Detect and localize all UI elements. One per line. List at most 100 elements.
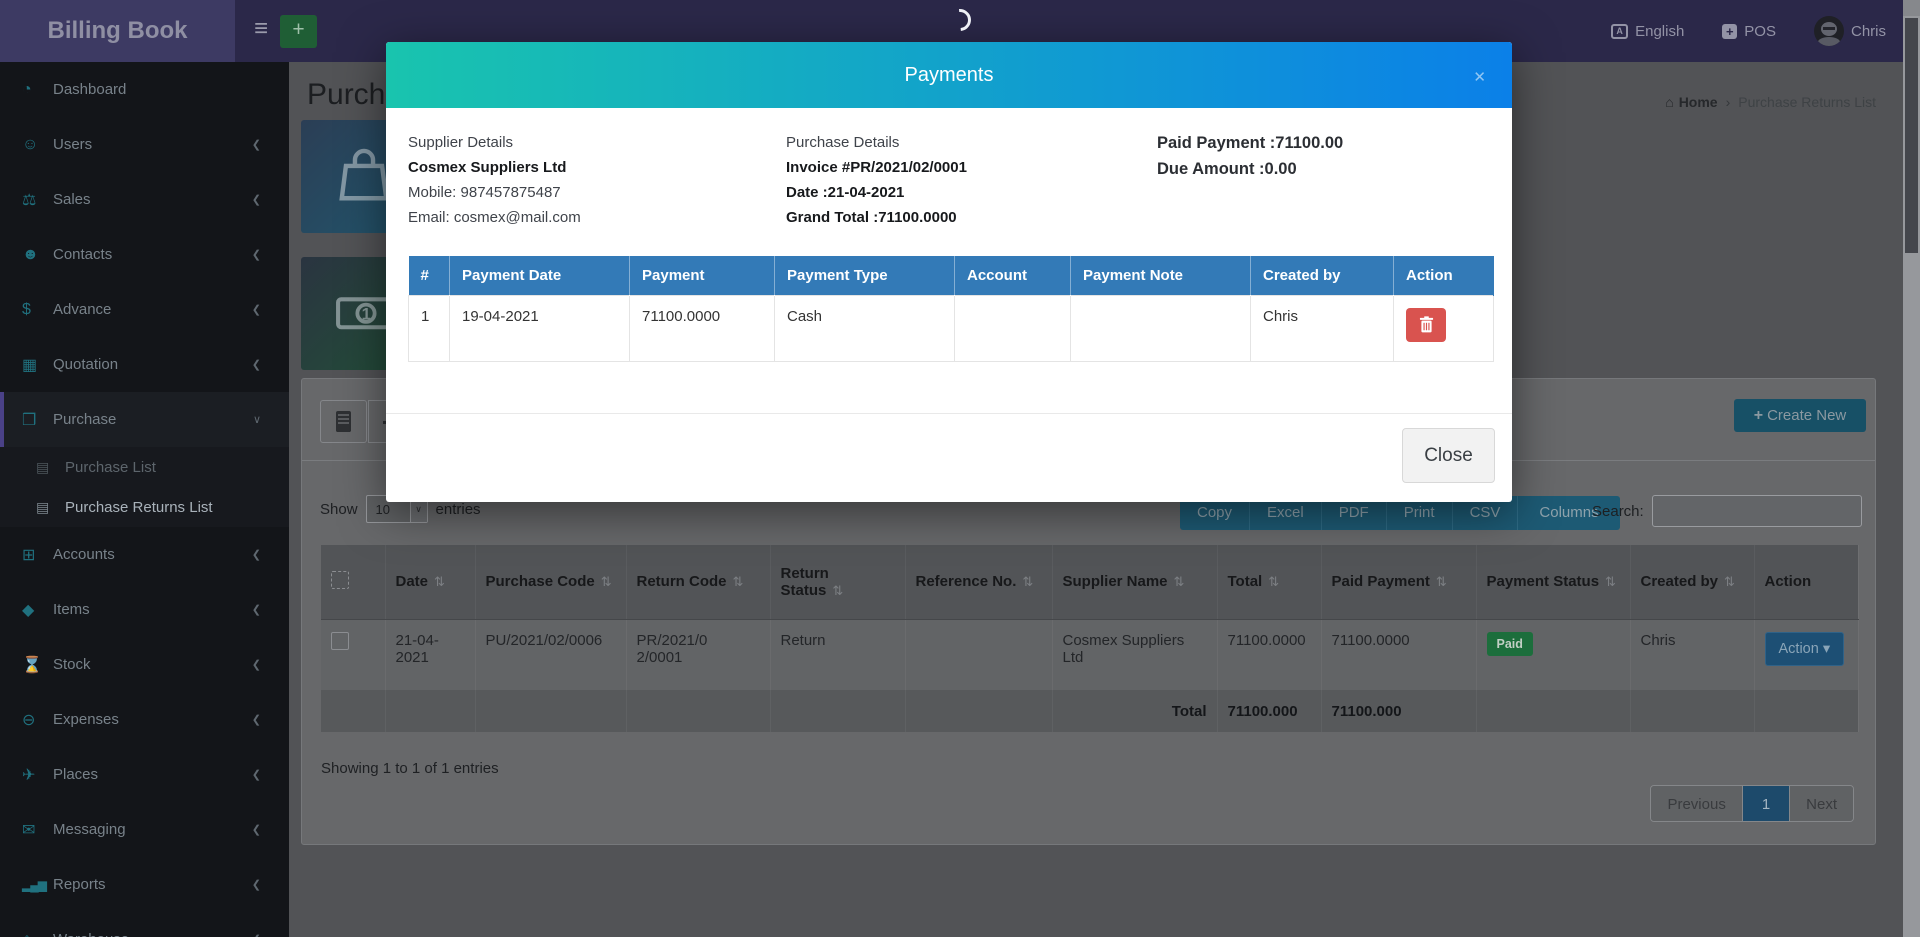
modal-close-icon[interactable]: ✕ — [1473, 68, 1486, 86]
pos-button[interactable]: + POS — [1722, 23, 1776, 40]
users-icon: ☺ — [22, 136, 53, 154]
cube-icon: ❒ — [22, 410, 53, 430]
language-icon: A — [1611, 24, 1628, 39]
col-purchase-code[interactable]: Purchase Code⇅ — [475, 545, 626, 619]
search-input[interactable] — [1652, 495, 1862, 527]
sort-icon: ⇅ — [1724, 574, 1735, 589]
sidebar-item-accounts[interactable]: ⊞ Accounts ❮ — [0, 527, 289, 582]
breadcrumb-home[interactable]: ⌂ Home — [1665, 94, 1717, 110]
hamburger-icon: ≡ — [254, 15, 268, 42]
chevron-left-icon: ❮ — [252, 303, 261, 316]
row-action-dropdown-button[interactable]: Action ▾ — [1765, 632, 1845, 666]
table-row: 21-04-2021 PU/2021/02/0006 PR/2021/02/00… — [321, 619, 1858, 690]
user-menu[interactable]: Chris — [1814, 16, 1886, 46]
language-menu[interactable]: A English — [1611, 23, 1684, 40]
sidebar-item-messaging[interactable]: ✉ Messaging ❮ — [0, 802, 289, 857]
barcode-tool-button[interactable] — [320, 400, 367, 443]
delete-payment-button[interactable] — [1406, 308, 1446, 342]
sidebar-item-purchase-list[interactable]: ▤ Purchase List — [0, 447, 289, 487]
row-checkbox[interactable] — [331, 632, 349, 650]
sidebar-item-purchase-returns-list[interactable]: ▤ Purchase Returns List — [0, 487, 289, 527]
menu-toggle-button[interactable]: ≡ — [244, 0, 278, 62]
sort-icon: ⇅ — [1605, 574, 1616, 589]
col-return-status[interactable]: Return Status⇅ — [770, 545, 905, 619]
due-amount-text: Due Amount :0.00 — [1157, 156, 1343, 182]
purchase-details-heading: Purchase Details — [786, 130, 967, 155]
page-number-button[interactable]: 1 — [1743, 786, 1790, 821]
paid-payment-text: Paid Payment :71100.00 — [1157, 130, 1343, 156]
footer-paid-value: 71100.000 — [1321, 690, 1476, 732]
sidebar-item-reports[interactable]: ▂▄▆ Reports ❮ — [0, 857, 289, 912]
pay-col-type: Payment Type — [775, 256, 955, 295]
select-all-header[interactable] — [321, 545, 385, 619]
chevron-left-icon: ❮ — [252, 358, 261, 371]
chevron-left-icon: ❮ — [252, 658, 261, 671]
sidebar-item-purchase[interactable]: ❒ Purchase ∨ — [0, 392, 289, 447]
list-icon: ▤ — [36, 499, 65, 516]
sort-icon: ⇅ — [1022, 574, 1033, 589]
sidebar-item-users[interactable]: ☺ Users ❮ — [0, 117, 289, 172]
paper-plane-icon: ✈ — [22, 765, 53, 785]
list-icon: ▤ — [36, 459, 65, 476]
payments-modal: Payments ✕ Supplier Details Cosmex Suppl… — [386, 42, 1512, 502]
purchase-date: Date :21-04-2021 — [786, 180, 967, 205]
sort-icon: ⇅ — [1268, 574, 1279, 589]
col-supplier-name[interactable]: Supplier Name⇅ — [1052, 545, 1217, 619]
chevron-left-icon: ❮ — [252, 603, 261, 616]
page-scrollbar[interactable] — [1903, 0, 1920, 937]
scroll-up-button[interactable] — [1903, 0, 1920, 16]
dashboard-icon: ◔ — [22, 81, 53, 99]
col-payment-status[interactable]: Payment Status⇅ — [1476, 545, 1630, 619]
next-page-button[interactable]: Next — [1790, 786, 1853, 821]
invoice-number: Invoice #PR/2021/02/0001 — [786, 155, 967, 180]
sidebar-item-items[interactable]: ◆ Items ❮ — [0, 582, 289, 637]
cell-purchase-code: PU/2021/02/0006 — [475, 619, 626, 690]
chevron-left-icon: ❮ — [252, 933, 261, 937]
sort-icon: ⇅ — [832, 583, 843, 598]
chevron-left-icon: ❮ — [252, 193, 261, 206]
col-return-code[interactable]: Return Code⇅ — [626, 545, 770, 619]
col-created-by[interactable]: Created by⇅ — [1630, 545, 1754, 619]
pay-cell-note — [1071, 295, 1251, 361]
previous-page-button[interactable]: Previous — [1651, 786, 1742, 821]
sidebar-item-sales[interactable]: ⚖ Sales ❮ — [0, 172, 289, 227]
sort-icon: ⇅ — [1174, 574, 1185, 589]
app-logo[interactable]: Billing Book — [0, 0, 235, 62]
sort-icon: ⇅ — [733, 574, 744, 589]
sidebar-item-stock[interactable]: ⌛ Stock ❮ — [0, 637, 289, 692]
breadcrumb-current: Purchase Returns List — [1738, 94, 1876, 110]
pay-cell-account — [955, 295, 1071, 361]
status-badge: Paid — [1487, 632, 1533, 656]
chevron-left-icon: ❮ — [252, 138, 261, 151]
pay-col-note: Payment Note — [1071, 256, 1251, 295]
sidebar-item-quotation[interactable]: ▦ Quotation ❮ — [0, 337, 289, 392]
close-button[interactable]: Close — [1402, 428, 1495, 483]
scrollbar-thumb[interactable] — [1905, 18, 1918, 253]
col-date[interactable]: Date⇅ — [385, 545, 475, 619]
calendar-icon: ▦ — [22, 355, 53, 375]
contacts-icon: ☻ — [22, 246, 53, 264]
quick-add-button[interactable]: + — [280, 15, 317, 48]
sidebar-item-places[interactable]: ✈ Places ❮ — [0, 747, 289, 802]
supplier-name: Cosmex Suppliers Ltd — [408, 155, 581, 180]
cell-payment-status: Paid — [1476, 619, 1630, 690]
minus-circle-icon: ⊖ — [22, 710, 53, 730]
sidebar-item-contacts[interactable]: ☻ Contacts ❮ — [0, 227, 289, 282]
pos-plus-icon: + — [1722, 24, 1737, 39]
sidebar-item-expenses[interactable]: ⊖ Expenses ❮ — [0, 692, 289, 747]
hourglass-icon: ⌛ — [22, 655, 53, 675]
payments-table: # Payment Date Payment Payment Type Acco… — [408, 256, 1494, 362]
sidebar-item-advance[interactable]: $ Advance ❮ — [0, 282, 289, 337]
sidebar-item-warehouse[interactable]: ⌂ Warehouse ❮ — [0, 912, 289, 937]
pay-col-created-by: Created by — [1251, 256, 1394, 295]
chevron-left-icon: ❮ — [252, 768, 261, 781]
col-reference-no[interactable]: Reference No.⇅ — [905, 545, 1052, 619]
col-paid-payment[interactable]: Paid Payment⇅ — [1321, 545, 1476, 619]
col-total[interactable]: Total⇅ — [1217, 545, 1321, 619]
create-new-button[interactable]: +Create New — [1734, 399, 1866, 432]
pay-cell-created-by: Chris — [1251, 295, 1394, 361]
col-action: Action — [1754, 545, 1858, 619]
sidebar-item-dashboard[interactable]: ◔ Dashboard — [0, 62, 289, 117]
select-all-checkbox[interactable] — [331, 571, 349, 589]
payments-modal-footer: Close — [386, 413, 1512, 502]
